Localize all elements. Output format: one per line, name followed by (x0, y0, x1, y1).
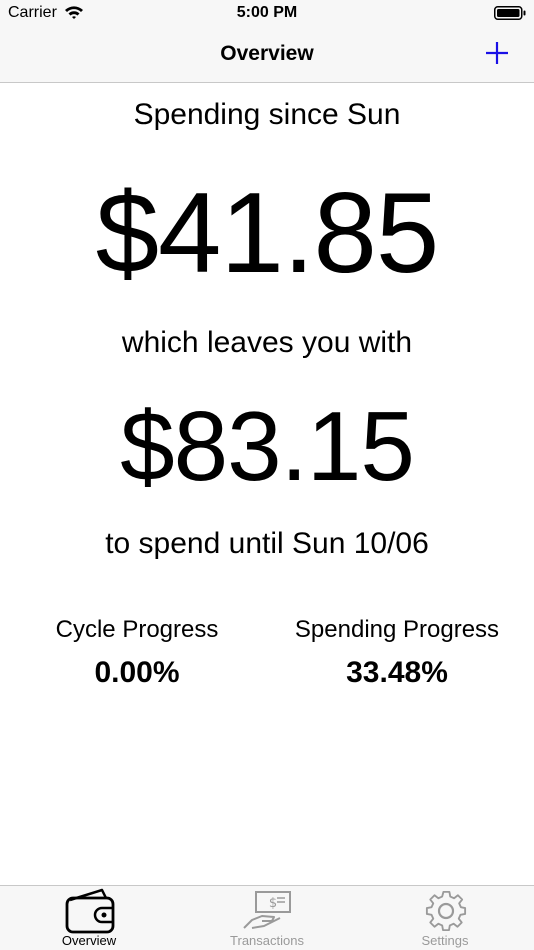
tab-settings-label: Settings (421, 933, 469, 948)
spending-progress-label: Spending Progress (294, 616, 500, 643)
tab-overview-label: Overview (61, 933, 117, 948)
wallet-icon (65, 888, 115, 934)
money-hand-icon: $ (243, 891, 291, 929)
spending-since-label: Spending since Sun (133, 98, 401, 131)
cycle-progress-value: 0.00% (94, 656, 180, 689)
overview-screen: Carrier 5:00 PM Overview Spending since … (0, 0, 534, 950)
cycle-progress-stat: Cycle Progress 0.00% (37, 616, 237, 690)
battery-icon (494, 6, 526, 20)
tab-bar: Overview $ Transactions Settings (0, 885, 534, 950)
tab-settings[interactable]: Settings (356, 886, 534, 950)
page-title: Overview (220, 42, 314, 65)
cycle-progress-label: Cycle Progress (55, 616, 219, 643)
tab-overview[interactable]: Overview (0, 886, 178, 950)
status-bar: Carrier 5:00 PM (0, 0, 534, 28)
navigation-bar: Overview (0, 28, 534, 83)
spending-progress-stat: Spending Progress 33.48% (282, 616, 512, 690)
leaves-label: which leaves you with (121, 326, 413, 359)
clock-label: 5:00 PM (236, 4, 298, 21)
tab-transactions[interactable]: $ Transactions (178, 886, 356, 950)
tab-transactions-label: Transactions (230, 933, 304, 948)
spent-amount: $41.85 (95, 170, 440, 297)
remaining-amount: $83.15 (120, 391, 415, 501)
gear-icon (425, 890, 467, 932)
svg-text:$: $ (269, 896, 277, 911)
spend-until-label: to spend until Sun 10/06 (105, 527, 429, 560)
spending-progress-value: 33.48% (346, 656, 448, 689)
plus-icon[interactable] (484, 40, 510, 66)
